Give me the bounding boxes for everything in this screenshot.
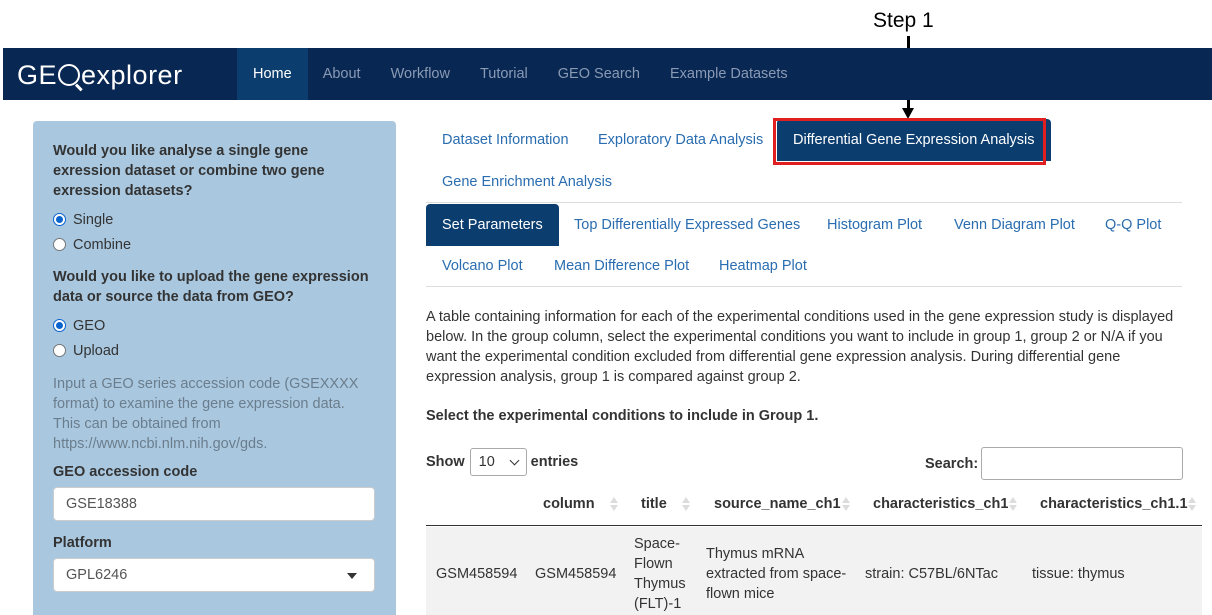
search-label: Search: <box>925 455 979 472</box>
radio-combine[interactable]: Combine <box>53 232 376 257</box>
radio-geo-button[interactable] <box>53 319 66 332</box>
geo-accession-label: GEO accession code <box>53 464 198 480</box>
geo-help-text: Input a GEO series accession code (GSEXX… <box>53 376 359 452</box>
nav-example-datasets[interactable]: Example Datasets <box>655 48 803 100</box>
group-1-heading: Select the experimental conditions to in… <box>426 408 819 424</box>
table-search: Search: <box>925 447 1184 480</box>
radio-geo[interactable]: GEO <box>53 313 376 338</box>
chevron-down-icon <box>509 455 520 465</box>
show-label: Show <box>426 454 465 470</box>
description-paragraph: A table containing information for each … <box>426 309 1174 385</box>
sort-icon[interactable] <box>1009 497 1017 513</box>
nav-geo-search[interactable]: GEO Search <box>543 48 655 100</box>
sub-tabs: Set Parameters Top Differentially Expres… <box>426 204 1182 287</box>
radio-upload-button[interactable] <box>53 344 66 357</box>
sort-icon[interactable] <box>842 497 850 513</box>
step-1-annotation: Step 1 <box>873 9 934 32</box>
header-characteristics-ch1-1[interactable]: characteristics_ch1.1 <box>1040 483 1188 526</box>
radio-combine-label: Combine <box>73 236 132 253</box>
cell-characteristics-ch1-1: tissue: thymus <box>1032 566 1125 582</box>
nav-workflow[interactable]: Workflow <box>376 48 465 100</box>
header-title[interactable]: title <box>641 483 667 526</box>
platform-value: GPL6246 <box>66 567 128 583</box>
tab-mean-difference-plot[interactable]: Mean Difference Plot <box>554 245 689 287</box>
dataset-mode-question: Would you like analyse a single gene exr… <box>53 143 325 199</box>
sort-icon[interactable] <box>682 497 690 513</box>
sort-icon[interactable] <box>610 497 618 513</box>
sidebar-panel: Would you like analyse a single gene exr… <box>33 121 396 615</box>
tab-gene-enrichment-analysis[interactable]: Gene Enrichment Analysis <box>442 161 612 203</box>
header-characteristics-ch1[interactable]: characteristics_ch1 <box>873 483 1008 526</box>
radio-single[interactable]: Single <box>53 207 376 232</box>
nav-tutorial[interactable]: Tutorial <box>465 48 543 100</box>
caret-down-icon <box>347 573 357 579</box>
table-row[interactable]: GSM458594 GSM458594 Space-Flown Thymus (… <box>426 527 1202 615</box>
search-input[interactable] <box>981 447 1184 480</box>
brand-text-post: explorer <box>81 59 183 90</box>
show-entries-control: Show 10 entries <box>426 448 578 476</box>
tab-qq-plot[interactable]: Q-Q Plot <box>1105 204 1161 246</box>
nav-links: Home About Workflow Tutorial GEO Search … <box>237 48 803 100</box>
tab-set-parameters[interactable]: Set Parameters <box>426 204 559 246</box>
tab-histogram-plot[interactable]: Histogram Plot <box>827 204 922 246</box>
sort-icon[interactable] <box>1188 497 1196 513</box>
tab-volcano-plot[interactable]: Volcano Plot <box>442 245 523 287</box>
cell-characteristics-ch1: strain: C57BL/6NTac <box>865 566 998 582</box>
table-header: column title source_name_ch1 characteris… <box>426 483 1202 526</box>
header-column[interactable]: column <box>543 483 595 526</box>
radio-single-button[interactable] <box>53 213 66 226</box>
radio-upload-label: Upload <box>73 342 119 359</box>
entries-value: 10 <box>478 454 495 470</box>
entries-select[interactable]: 10 <box>469 448 527 476</box>
entries-label: entries <box>530 454 579 470</box>
brand-logo[interactable]: GE explorer <box>17 60 183 90</box>
tab-exploratory-data-analysis[interactable]: Exploratory Data Analysis <box>598 119 763 161</box>
radio-combine-button[interactable] <box>53 238 66 251</box>
brand-text-pre: GE <box>17 59 58 90</box>
tab-dataset-information[interactable]: Dataset Information <box>442 119 569 161</box>
geo-accession-input[interactable]: GSE18388 <box>53 487 375 521</box>
radio-geo-label: GEO <box>73 317 106 334</box>
radio-single-label: Single <box>73 211 114 228</box>
nav-home[interactable]: Home <box>237 48 308 100</box>
cell-column: GSM458594 <box>535 566 617 582</box>
cell-title: Space-Flown Thymus (FLT)-1 <box>634 536 686 612</box>
cell-source-name: Thymus mRNA extracted from space-flown m… <box>706 546 847 602</box>
cell-sample-id: GSM458594 <box>436 566 518 582</box>
tab-top-differentially-expressed-genes[interactable]: Top Differentially Expressed Genes <box>574 204 800 246</box>
nav-about[interactable]: About <box>308 48 376 100</box>
data-source-question: Would you like to upload the gene expres… <box>53 269 369 305</box>
tab-venn-diagram-plot[interactable]: Venn Diagram Plot <box>954 204 1075 246</box>
header-source-name-ch1[interactable]: source_name_ch1 <box>714 483 841 526</box>
tab-heatmap-plot[interactable]: Heatmap Plot <box>719 245 807 287</box>
platform-label: Platform <box>53 535 112 551</box>
top-navbar: GE explorer Home About Workflow Tutorial … <box>3 48 1212 100</box>
radio-upload[interactable]: Upload <box>53 338 376 363</box>
step-1-highlight-box <box>773 118 1046 165</box>
platform-select[interactable]: GPL6246 <box>53 558 375 592</box>
magnifier-icon <box>58 64 81 86</box>
